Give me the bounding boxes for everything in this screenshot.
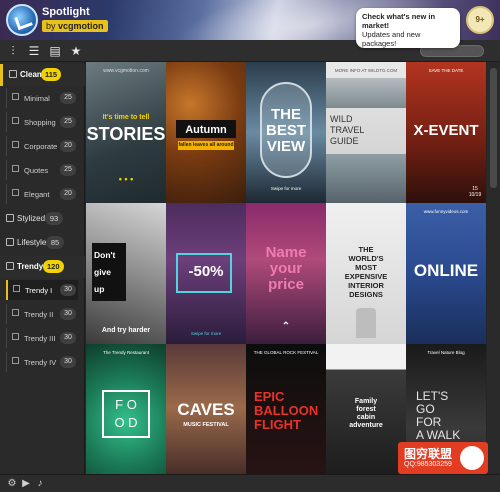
category-stylized[interactable]: Stylized 93 [0,208,85,230]
notification-count-badge[interactable]: 9+ [466,6,494,34]
scrollbar[interactable] [487,62,500,474]
watermark-logo: 图穷联盟 QQ:985303259 [398,442,488,474]
update-notice[interactable]: Check what's new in market! Updates and … [356,8,460,48]
category-trendy[interactable]: Trendy 120 [0,256,85,278]
sliders-icon[interactable]: ⫶ [6,44,20,58]
template-tile-x-event[interactable]: SAVE THE DATE X-EVENT 15 10/19 [406,62,486,203]
template-tile-name-your-price[interactable]: Name your price ⌃ [246,203,326,344]
app-logo [6,4,38,36]
sub-item-trendy-1[interactable]: Trendy I 30 [6,280,78,300]
flame-icon [460,446,484,470]
sub-item-minimal[interactable]: Minimal 25 [6,88,78,108]
author-badge: by vcgmotion [42,20,108,32]
scrollbar-thumb[interactable] [490,68,497,188]
sub-item-trendy-3[interactable]: Trendy III 30 [6,328,78,348]
app-window: { "header":{"title":"Spotlight","author_… [0,0,500,492]
template-tile-balloon-flight[interactable]: THE GLOBAL ROCK FESTIVAL EPIC BALLOON FLIG… [246,344,326,474]
sidebar: Clean 115 Minimal 25 Shopping 25 Corporate… [0,62,85,474]
template-grid: www.vcgmotion.com It's time to tell STOR… [86,62,486,474]
sub-item-quotes[interactable]: Quotes 25 [6,160,78,180]
template-tile-online[interactable]: www.funnyvideos.com ONLINE [406,203,486,344]
list-icon[interactable]: ☰ [27,44,41,58]
new-file-icon[interactable]: ▤ [48,44,62,58]
settings-icon[interactable]: ⚙ [6,478,18,490]
template-tile-dont-give-up[interactable]: Don't give up And try harder [86,203,166,344]
template-tile-best-view[interactable]: THE BEST VIEW Swipe for more [246,62,326,203]
star-icon[interactable]: ★ [69,44,83,58]
app-title: Spotlight [42,6,90,18]
folder-icon [6,262,14,270]
sub-item-trendy-2[interactable]: Trendy II 30 [6,304,78,324]
sub-item-corporate[interactable]: Corporate 20 [6,136,78,156]
bottom-bar: ⚙ ▶ ♪ [0,474,500,492]
play-icon[interactable]: ▶ [20,478,32,490]
folder-icon [6,214,14,222]
category-lifestyle[interactable]: Lifestyle 85 [0,232,85,254]
template-tile-caves[interactable]: CAVES MUSIC FESTIVAL [166,344,246,474]
sub-item-trendy-4[interactable]: Trendy IV 30 [6,352,78,372]
template-tile-autumn[interactable]: Autumn fallen leaves all around [166,62,246,203]
template-tile-sale[interactable]: -50% Swipe for more [166,203,246,344]
template-tile-interior-designs[interactable]: THE WORLD'S MOST EXPENSIVE INTERIOR DESIGNS [326,203,406,344]
folder-icon [9,70,17,78]
category-clean[interactable]: Clean 115 [0,64,85,86]
sub-item-elegant[interactable]: Elegant 20 [6,184,78,204]
template-tile-forest-cabin[interactable]: Family forest cabin adventure [326,344,406,474]
template-tile-stories[interactable]: www.vcgmotion.com It's time to tell STOR… [86,62,166,203]
sub-item-shopping[interactable]: Shopping 25 [6,112,78,132]
music-icon[interactable]: ♪ [34,478,46,490]
template-tile-food[interactable]: The Trendy Restaurant F OO D [86,344,166,474]
template-tile-wild-travel[interactable]: MORE INFO AT WILDTG.COM WILD TRAVEL GUIDE [326,62,406,203]
folder-icon [6,238,14,246]
